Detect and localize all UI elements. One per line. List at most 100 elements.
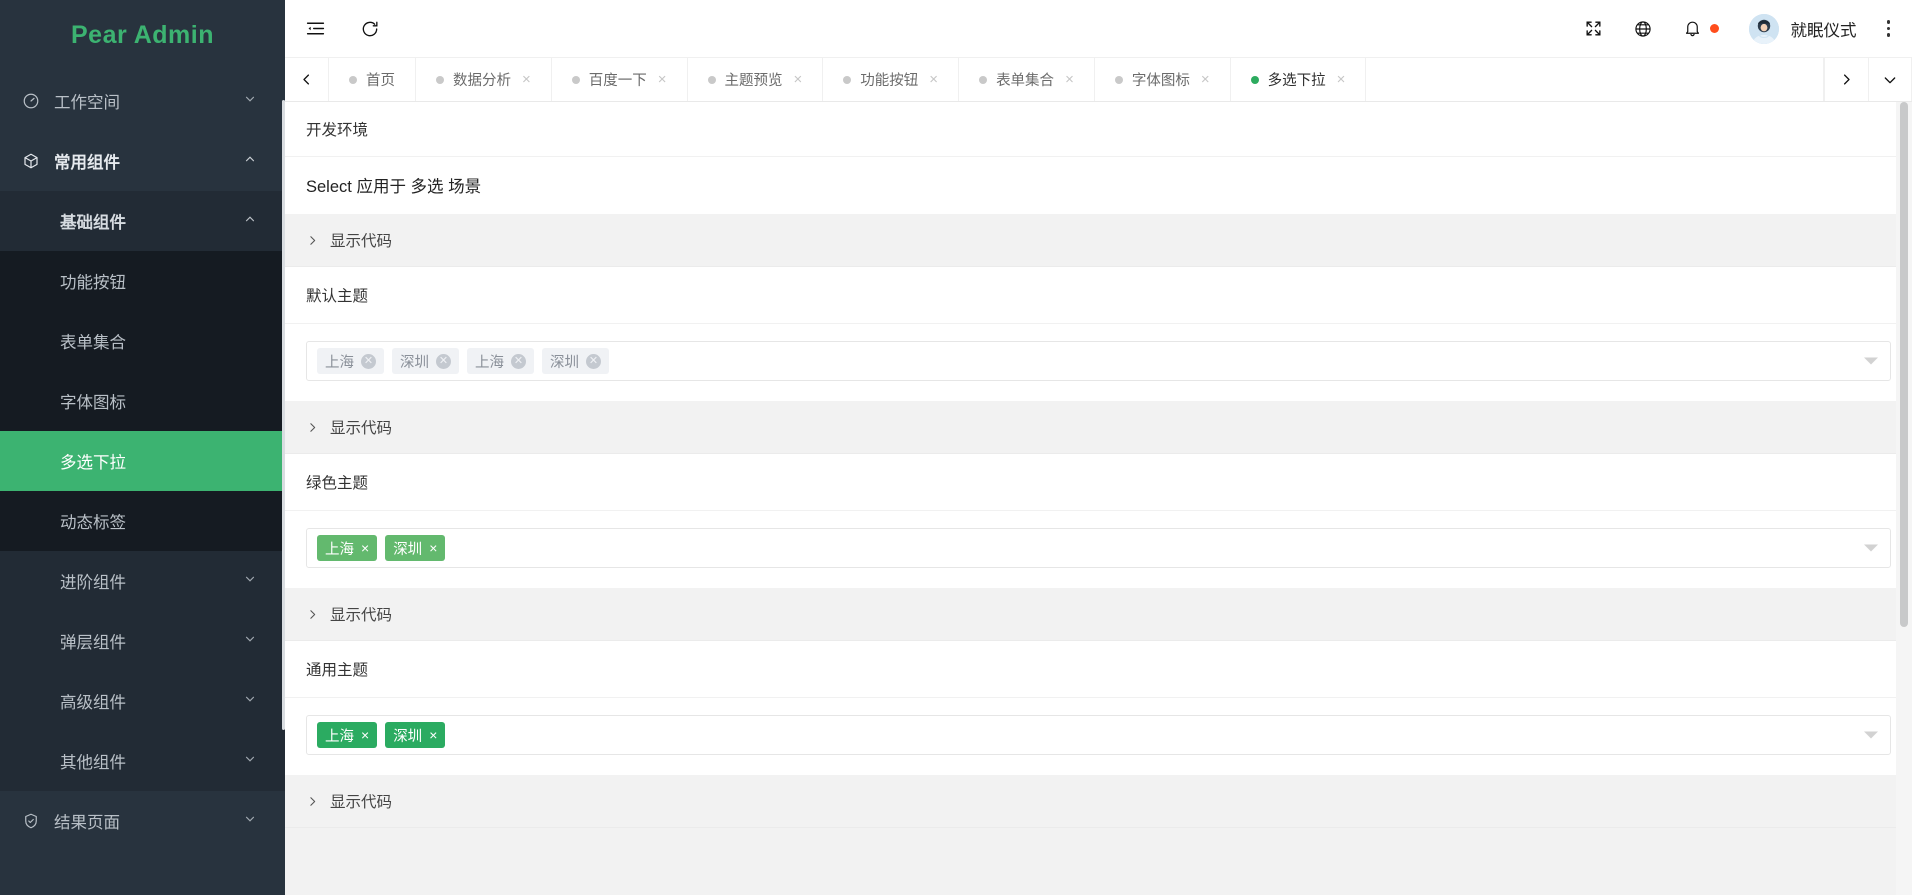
sidebar-item-multi-select[interactable]: 多选下拉 [0,431,285,491]
tag-item[interactable]: 上海 ✕ [467,348,534,374]
dropdown-caret-icon[interactable] [1864,731,1878,739]
tab-status-dot [707,75,716,84]
env-card-header: 开发环境 [285,102,1912,157]
section-green-theme: 绿色主题 上海 × 深圳 × [285,454,1912,588]
refresh-icon[interactable] [360,19,380,39]
tab-data-analysis[interactable]: 数据分析 × [416,58,552,101]
tag-item[interactable]: 上海 × [317,722,378,748]
sidebar-item-label: 多选下拉 [60,454,126,472]
show-code-toggle-3[interactable]: 显示代码 [285,588,1912,641]
chevron-right-icon [306,795,319,808]
sidebar-group-layer[interactable]: 弹层组件 [0,611,285,671]
tag-remove-icon[interactable]: × [429,541,437,555]
fullscreen-icon[interactable] [1584,19,1603,38]
tab-label: 功能按钮 [860,73,919,89]
multi-select-default[interactable]: 上海 ✕ 深圳 ✕ 上海 ✕ 深圳 ✕ [306,341,1891,381]
tab-status-dot [1250,75,1259,84]
chevron-down-icon [243,92,259,111]
tab-home[interactable]: 首页 [329,58,416,101]
chevron-right-icon [306,421,319,434]
tag-item[interactable]: 上海 × [317,535,378,561]
tag-item[interactable]: 上海 ✕ [317,348,384,374]
chevron-down-icon[interactable] [1868,58,1912,101]
notification-button[interactable] [1683,19,1719,38]
sidebar-item-common-components[interactable]: 常用组件 [0,131,285,191]
multi-select-green[interactable]: 上海 × 深圳 × [306,528,1891,568]
sidebar-group-label: 基础组件 [60,214,126,232]
chevron-up-icon [243,212,259,231]
sidebar-footer-nav: 结果页面 [0,791,285,851]
sidebar-item-label: 表单集合 [60,334,126,352]
dropdown-caret-icon[interactable] [1864,357,1878,365]
tag-remove-icon[interactable]: × [361,728,369,742]
sidebar-group-label: 弹层组件 [60,634,126,652]
tag-item[interactable]: 深圳 ✕ [542,348,609,374]
multi-select-general[interactable]: 上海 × 深圳 × [306,715,1891,755]
show-code-toggle-1[interactable]: 显示代码 [285,214,1912,267]
tab-status-dot [843,75,852,84]
sidebar-group-senior[interactable]: 高级组件 [0,671,285,731]
tab-multi-select[interactable]: 多选下拉 × [1231,58,1367,101]
notification-badge-dot [1709,24,1719,33]
chevron-left-icon[interactable] [285,58,329,101]
content-area: 开发环境 Select 应用于 多选 场景 显示代码 默认主题 上海 ✕ 深圳 … [285,102,1912,895]
dropdown-caret-icon[interactable] [1864,544,1878,552]
tag-remove-icon[interactable]: ✕ [511,353,526,369]
kebab-menu-icon[interactable] [1886,20,1890,37]
tab-status-dot [436,75,444,84]
sidebar-group-advanced[interactable]: 进阶组件 [0,551,285,611]
sidebar-item-workspace[interactable]: 工作空间 [0,71,285,131]
show-code-toggle-2[interactable]: 显示代码 [285,401,1912,454]
tag-remove-icon[interactable]: ✕ [361,353,376,369]
close-icon[interactable]: × [658,72,667,87]
tab-form-set[interactable]: 表单集合 × [959,58,1095,101]
sidebar-item-font-icon[interactable]: 字体图标 [0,371,285,431]
tag-remove-icon[interactable]: ✕ [436,353,451,369]
shield-check-icon [22,812,50,830]
section-title: 默认主题 [285,267,1912,324]
content-scrollbar[interactable] [1900,102,1908,627]
tag-remove-icon[interactable]: × [429,728,437,742]
sidebar-item-function-button[interactable]: 功能按钮 [0,251,285,311]
tab-baidu[interactable]: 百度一下 × [552,58,688,101]
show-code-toggle-4[interactable]: 显示代码 [285,775,1912,828]
chevron-right-icon[interactable] [1824,58,1868,101]
tag-item[interactable]: 深圳 × [385,722,446,748]
tag-remove-icon[interactable]: × [361,541,369,555]
tag-remove-icon[interactable]: ✕ [586,353,601,369]
sidebar-group-other[interactable]: 其他组件 [0,731,285,791]
tab-label: 字体图标 [1131,73,1190,89]
sidebar-item-form-set[interactable]: 表单集合 [0,311,285,371]
sidebar-item-dynamic-tag[interactable]: 动态标签 [0,491,285,551]
tag-item[interactable]: 深圳 ✕ [392,348,459,374]
menu-collapse-icon[interactable] [305,18,326,39]
close-icon[interactable]: × [794,72,803,87]
brand-title: Pear Admin [70,21,214,49]
content-inner: 开发环境 Select 应用于 多选 场景 显示代码 默认主题 上海 ✕ 深圳 … [285,102,1912,828]
show-code-label: 显示代码 [330,607,393,624]
close-icon[interactable]: × [1201,72,1210,87]
sidebar-item-label: 功能按钮 [60,274,126,292]
tag-label: 深圳 [393,728,423,745]
close-icon[interactable]: × [1065,72,1074,87]
tab-function-button[interactable]: 功能按钮 × [823,58,960,101]
section-general-theme: 通用主题 上海 × 深圳 × [285,641,1912,775]
main-area: 就眠仪式 首页 数据分析 × 百度一下 × 主题预览 × 功能按钮 × 表单集合… [285,0,1912,895]
tag-label: 深圳 [550,354,579,371]
sidebar-item-result-pages[interactable]: 结果页面 [0,791,285,851]
tag-label: 上海 [325,728,354,745]
tab-theme-preview[interactable]: 主题预览 × [688,58,824,101]
tab-font-icon[interactable]: 字体图标 × [1095,58,1231,101]
user-menu[interactable]: 就眠仪式 [1748,13,1857,44]
tag-item[interactable]: 深圳 × [385,535,446,561]
env-card: 开发环境 Select 应用于 多选 场景 [285,102,1912,214]
globe-icon[interactable] [1633,19,1653,39]
sidebar-group-basic-components[interactable]: 基础组件 [0,191,285,251]
close-icon[interactable]: × [929,72,938,87]
app-root: Pear Admin 工作空间 常用组件 基础组件 功能按钮 表单集合 字体图标… [0,0,1912,895]
close-icon[interactable]: × [1337,72,1346,87]
sidebar-collapsed-groups: 进阶组件 弹层组件 高级组件 其他组件 [0,551,285,791]
brand-logo[interactable]: Pear Admin [0,0,285,71]
close-icon[interactable]: × [522,72,531,87]
tag-label: 深圳 [393,541,423,558]
